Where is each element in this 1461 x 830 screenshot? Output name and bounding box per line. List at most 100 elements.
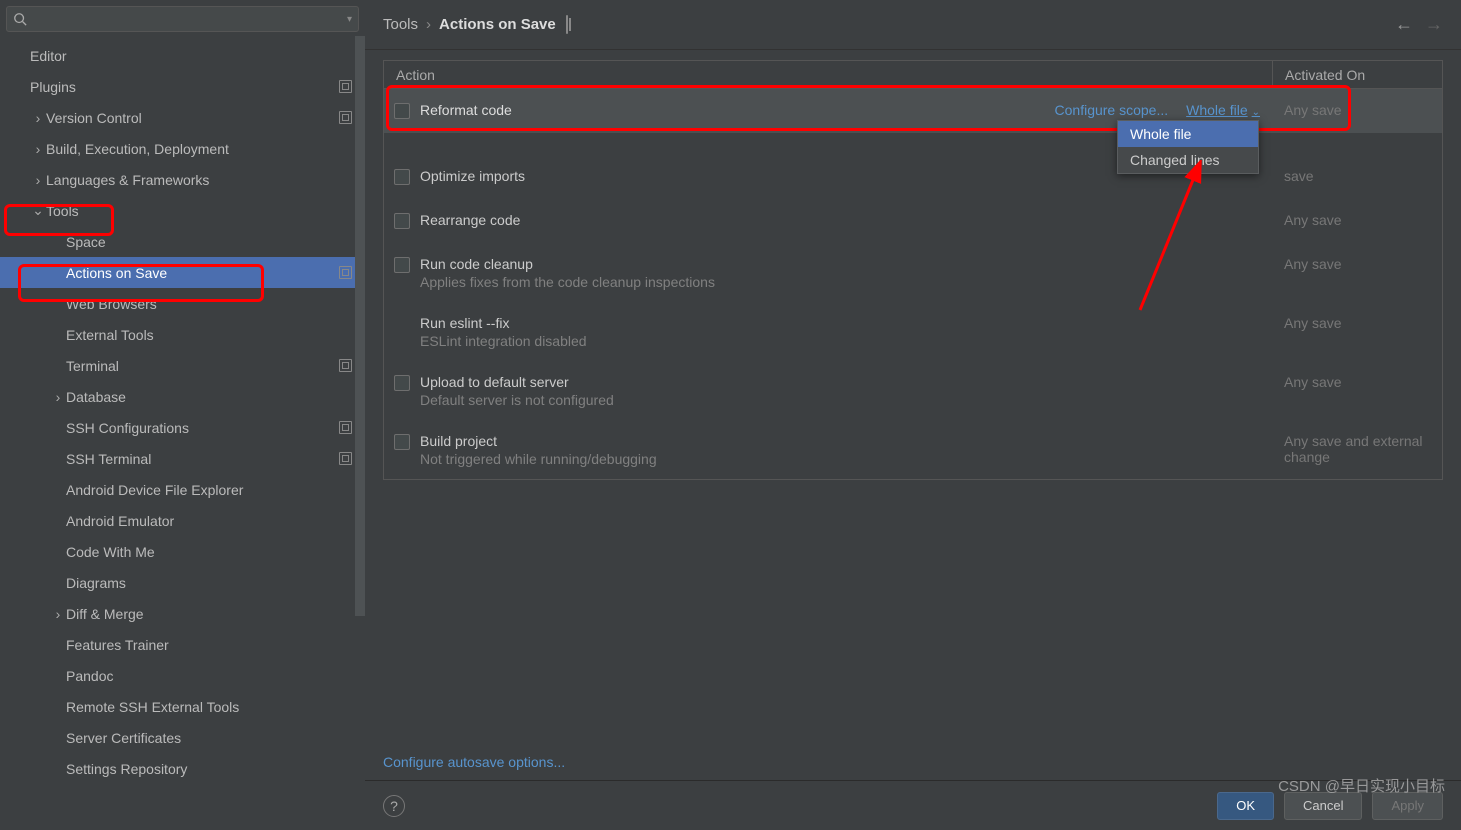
scope-dropdown-popup[interactable]: Whole file Changed lines bbox=[1117, 120, 1259, 174]
sidebar-item-label: Plugins bbox=[30, 79, 339, 95]
sidebar-item-label: Editor bbox=[30, 48, 353, 64]
sidebar-item-server-certificates[interactable]: Server Certificates bbox=[0, 722, 365, 753]
chevron-right-icon: › bbox=[30, 110, 46, 126]
table-row[interactable]: Optimize imports save bbox=[384, 155, 1442, 199]
forward-icon[interactable]: → bbox=[1425, 14, 1443, 35]
sidebar-item-remote-ssh-external-tools[interactable]: Remote SSH External Tools bbox=[0, 691, 365, 722]
sidebar-item-android-device-file-explorer[interactable]: Android Device File Explorer bbox=[0, 474, 365, 505]
sidebar-item-actions-on-save[interactable]: Actions on Save bbox=[0, 257, 365, 288]
activated-on: Any save bbox=[1272, 244, 1442, 272]
project-badge-icon bbox=[339, 421, 353, 435]
settings-tree[interactable]: EditorPlugins›Version Control›Build, Exe… bbox=[0, 36, 365, 830]
header-activated: Activated On bbox=[1272, 61, 1442, 88]
sidebar-item-label: Languages & Frameworks bbox=[46, 172, 353, 188]
sidebar-item-version-control[interactable]: ›Version Control bbox=[0, 102, 365, 133]
table-row[interactable]: Rearrange code Any save bbox=[384, 199, 1442, 243]
sidebar-item-external-tools[interactable]: External Tools bbox=[0, 319, 365, 350]
sidebar-item-space[interactable]: Space bbox=[0, 226, 365, 257]
sidebar-item-diff-merge[interactable]: ›Diff & Merge bbox=[0, 598, 365, 629]
sidebar-item-label: Code With Me bbox=[66, 544, 353, 560]
checkbox[interactable] bbox=[394, 169, 410, 185]
activated-on: Any save and external change bbox=[1272, 421, 1442, 465]
sidebar-item-code-with-me[interactable]: Code With Me bbox=[0, 536, 365, 567]
chevron-down-icon[interactable]: ▾ bbox=[347, 14, 352, 25]
sidebar-item-plugins[interactable]: Plugins bbox=[0, 71, 365, 102]
table-row[interactable]: Upload to default serverDefault server i… bbox=[384, 361, 1442, 420]
activated-on: Any save bbox=[1272, 90, 1442, 118]
activated-on: Any save bbox=[1272, 303, 1442, 331]
sidebar-item-ssh-terminal[interactable]: SSH Terminal bbox=[0, 443, 365, 474]
table-row[interactable]: Run eslint --fix ESLint integration disab… bbox=[384, 302, 1442, 361]
breadcrumb: Tools › Actions on Save ← → bbox=[365, 0, 1461, 50]
sidebar-item-label: Android Device File Explorer bbox=[66, 482, 353, 498]
sidebar-item-tools[interactable]: ⌄Tools bbox=[0, 195, 365, 226]
popup-item-changed-lines[interactable]: Changed lines bbox=[1118, 147, 1258, 173]
configure-autosave-link[interactable]: Configure autosave options... bbox=[383, 754, 565, 770]
sidebar-item-label: Web Browsers bbox=[66, 296, 353, 312]
help-button[interactable]: ? bbox=[383, 795, 405, 817]
cancel-button[interactable]: Cancel bbox=[1284, 792, 1362, 820]
checkbox[interactable] bbox=[394, 103, 410, 119]
action-title: Optimize imports bbox=[420, 168, 525, 184]
checkbox[interactable] bbox=[394, 257, 410, 273]
scope-mode-dropdown[interactable]: Whole file⌄ bbox=[1186, 102, 1260, 118]
page-title: Actions on Save bbox=[439, 16, 556, 33]
sidebar-item-label: Features Trainer bbox=[66, 637, 353, 653]
search-input[interactable] bbox=[31, 12, 347, 27]
sidebar-item-label: Build, Execution, Deployment bbox=[46, 141, 353, 157]
activated-on: Any save bbox=[1272, 200, 1442, 228]
table-row[interactable]: Run code cleanup Applies fixes from the c… bbox=[384, 243, 1442, 302]
activated-on: Any save bbox=[1272, 362, 1442, 390]
sidebar-item-label: Version Control bbox=[46, 110, 339, 126]
action-subtitle: ESLint integration disabled bbox=[420, 333, 587, 349]
action-subtitle: Default server is not configured bbox=[420, 392, 614, 408]
sidebar-item-label: SSH Terminal bbox=[66, 451, 339, 467]
chevron-down-icon: ⌄ bbox=[30, 202, 46, 219]
project-badge-icon bbox=[339, 359, 353, 373]
sidebar-item-settings-repository[interactable]: Settings Repository bbox=[0, 753, 365, 784]
back-icon[interactable]: ← bbox=[1395, 14, 1413, 35]
sidebar-item-ssh-configurations[interactable]: SSH Configurations bbox=[0, 412, 365, 443]
apply-button[interactable]: Apply bbox=[1372, 792, 1443, 820]
project-badge-icon bbox=[566, 16, 568, 33]
sidebar-item-label: Space bbox=[66, 234, 353, 250]
sidebar-item-label: Android Emulator bbox=[66, 513, 353, 529]
popup-item-whole-file[interactable]: Whole file bbox=[1118, 121, 1258, 147]
search-icon bbox=[13, 12, 27, 26]
scrollbar[interactable] bbox=[355, 36, 365, 616]
table-header: Action Activated On bbox=[383, 60, 1443, 88]
breadcrumb-root[interactable]: Tools bbox=[383, 16, 418, 33]
action-title: Run eslint --fix bbox=[420, 315, 587, 331]
project-badge-icon bbox=[339, 452, 353, 466]
action-title: Build project bbox=[420, 433, 657, 449]
sidebar-item-label: Remote SSH External Tools bbox=[66, 699, 353, 715]
sidebar-item-diagrams[interactable]: Diagrams bbox=[0, 567, 365, 598]
sidebar-item-languages-frameworks[interactable]: ›Languages & Frameworks bbox=[0, 164, 365, 195]
sidebar-item-database[interactable]: ›Database bbox=[0, 381, 365, 412]
configure-scope-link[interactable]: Configure scope... bbox=[1055, 102, 1169, 118]
action-title: Reformat code bbox=[420, 102, 512, 118]
sidebar-item-android-emulator[interactable]: Android Emulator bbox=[0, 505, 365, 536]
action-subtitle: Applies fixes from the code cleanup insp… bbox=[420, 274, 715, 290]
table-row[interactable]: Reformat code Configure scope... Whole fil… bbox=[384, 89, 1442, 133]
sidebar-item-build-execution-deployment[interactable]: ›Build, Execution, Deployment bbox=[0, 133, 365, 164]
sidebar-item-editor[interactable]: Editor bbox=[0, 40, 365, 71]
sidebar-item-label: Actions on Save bbox=[66, 265, 339, 281]
checkbox[interactable] bbox=[394, 434, 410, 450]
checkbox[interactable] bbox=[394, 375, 410, 391]
sidebar-item-label: Terminal bbox=[66, 358, 339, 374]
chevron-down-icon: ⌄ bbox=[1252, 107, 1260, 118]
sidebar-item-label: SSH Configurations bbox=[66, 420, 339, 436]
ok-button[interactable]: OK bbox=[1217, 792, 1274, 820]
sidebar-item-features-trainer[interactable]: Features Trainer bbox=[0, 629, 365, 660]
table-row[interactable]: Build projectNot triggered while running… bbox=[384, 420, 1442, 479]
search-input-wrap[interactable]: ▾ bbox=[6, 6, 359, 32]
activated-on: save bbox=[1272, 156, 1442, 184]
sidebar-item-pandoc[interactable]: Pandoc bbox=[0, 660, 365, 691]
checkbox[interactable] bbox=[394, 213, 410, 229]
sidebar-item-label: Server Certificates bbox=[66, 730, 353, 746]
sidebar-item-web-browsers[interactable]: Web Browsers bbox=[0, 288, 365, 319]
sidebar-item-terminal[interactable]: Terminal bbox=[0, 350, 365, 381]
action-title: Run code cleanup bbox=[420, 256, 715, 272]
action-title: Rearrange code bbox=[420, 212, 520, 228]
